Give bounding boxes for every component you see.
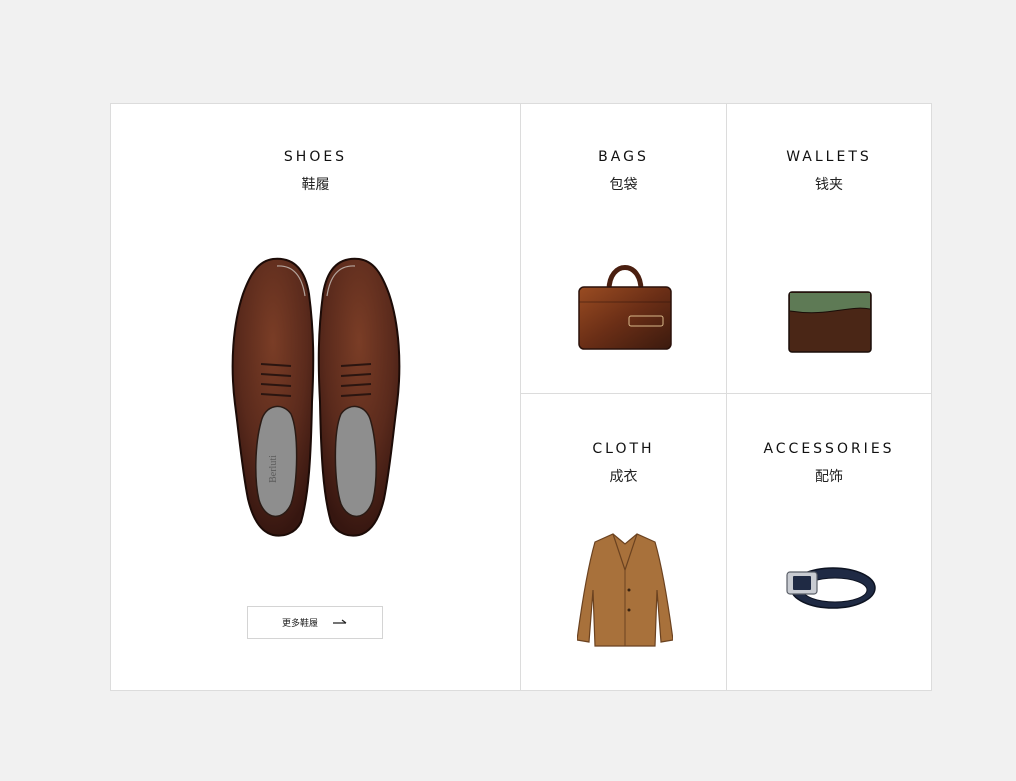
belt-image	[786, 567, 876, 609]
category-wallets[interactable]: WALLETS 钱夹	[727, 104, 931, 394]
arrow-right-icon	[333, 619, 347, 624]
category-shoes[interactable]: SHOES 鞋履 Berluti 更多鞋履	[111, 104, 521, 690]
category-title-cn: 钱夹	[815, 177, 843, 193]
category-accessories[interactable]: ACCESSORIES 配饰	[727, 394, 931, 690]
category-title-cn: 包袋	[609, 177, 638, 193]
category-title-cn: 成衣	[609, 469, 638, 485]
category-title-cn: 鞋履	[301, 177, 330, 193]
more-shoes-label: 更多鞋履	[281, 619, 318, 629]
category-bags[interactable]: BAGS 包袋	[521, 104, 727, 394]
category-title-en: SHOES	[283, 149, 348, 165]
category-title-en: CLOTH	[592, 441, 655, 457]
category-cloth[interactable]: CLOTH 成衣	[521, 394, 727, 690]
shoes-image: Berluti	[231, 257, 401, 537]
wallet-image	[788, 291, 872, 353]
category-title-en: WALLETS	[786, 149, 872, 165]
brand-mark: Berluti	[268, 455, 279, 483]
category-grid: SHOES 鞋履 Berluti 更多鞋履 BAGS 包袋 WALLETS 钱夹…	[110, 103, 932, 691]
category-title-cn: 配饰	[815, 469, 843, 485]
category-title-en: ACCESSORIES	[763, 441, 895, 457]
coat-image	[577, 533, 673, 647]
category-title-en: BAGS	[598, 149, 649, 165]
bag-image	[578, 265, 672, 350]
more-shoes-button[interactable]: 更多鞋履	[247, 606, 383, 639]
